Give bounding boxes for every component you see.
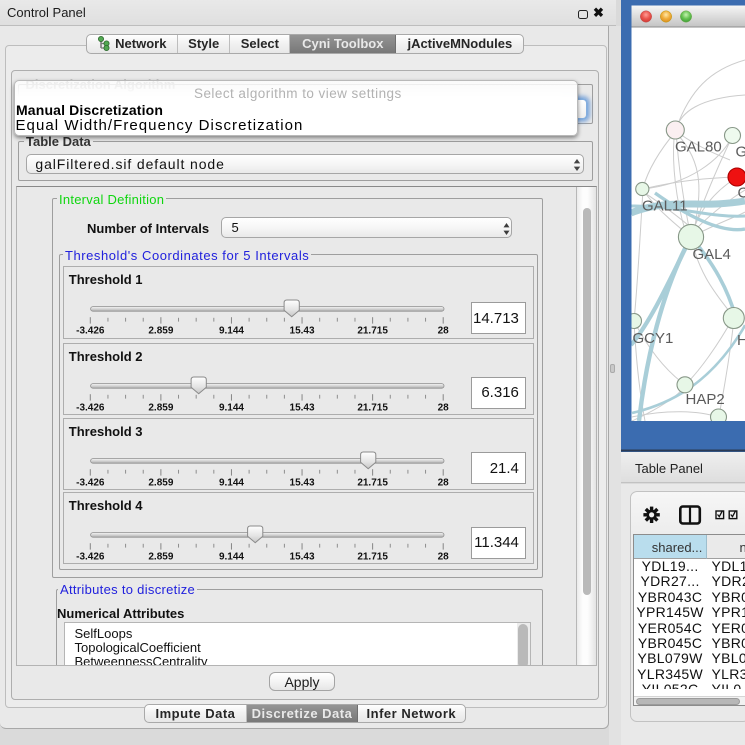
svg-text:9.144: 9.144 bbox=[219, 552, 244, 563]
svg-text:15.43: 15.43 bbox=[290, 552, 315, 563]
svg-text:GAL4: GAL4 bbox=[693, 246, 731, 263]
svg-text:-3.426: -3.426 bbox=[76, 552, 105, 563]
svg-text:21.715: 21.715 bbox=[358, 402, 389, 413]
svg-text:9.144: 9.144 bbox=[219, 325, 244, 336]
svg-text:-3.426: -3.426 bbox=[76, 325, 105, 336]
svg-text:2.859: 2.859 bbox=[149, 402, 174, 413]
svg-text:28: 28 bbox=[438, 552, 450, 563]
svg-text:9.144: 9.144 bbox=[219, 402, 244, 413]
svg-text:9.144: 9.144 bbox=[219, 477, 244, 488]
svg-text:HAP2: HAP2 bbox=[686, 391, 725, 408]
svg-text:15.43: 15.43 bbox=[290, 477, 315, 488]
svg-text:21.715: 21.715 bbox=[358, 477, 389, 488]
svg-text:28: 28 bbox=[438, 477, 450, 488]
svg-text:2.859: 2.859 bbox=[149, 552, 174, 563]
svg-text:GA: GA bbox=[736, 144, 745, 161]
svg-text:15.43: 15.43 bbox=[290, 402, 315, 413]
svg-text:2.859: 2.859 bbox=[149, 325, 174, 336]
svg-text:GCY1: GCY1 bbox=[633, 330, 674, 347]
svg-text:CR: CR bbox=[738, 185, 745, 202]
svg-text:21.715: 21.715 bbox=[358, 552, 389, 563]
svg-text:-3.426: -3.426 bbox=[76, 477, 105, 488]
svg-text:21.715: 21.715 bbox=[358, 325, 389, 336]
svg-text:HI: HI bbox=[737, 332, 745, 349]
svg-text:28: 28 bbox=[438, 325, 450, 336]
svg-text:15.43: 15.43 bbox=[290, 325, 315, 336]
svg-text:-3.426: -3.426 bbox=[76, 402, 105, 413]
svg-text:GAL80: GAL80 bbox=[675, 139, 722, 156]
svg-text:2.859: 2.859 bbox=[149, 477, 174, 488]
svg-text:28: 28 bbox=[438, 402, 450, 413]
svg-text:GAL11: GAL11 bbox=[642, 198, 688, 215]
